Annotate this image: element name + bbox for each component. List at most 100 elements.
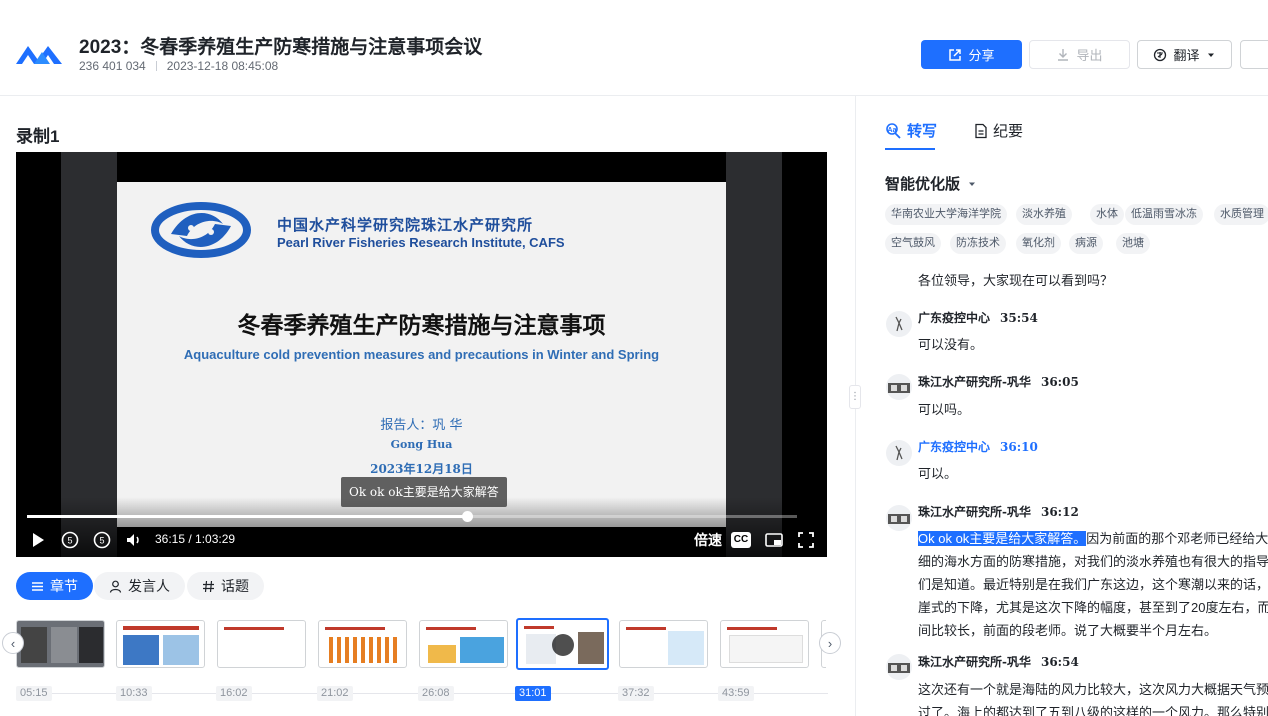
speaker-time[interactable]: 36:10 — [1000, 440, 1038, 454]
timeline-stamp-active[interactable]: 31:01 — [515, 686, 551, 701]
top-bar: 2023：冬春季养殖生产防寒措施与注意事项会议 236 401 034 2023-… — [0, 0, 1268, 96]
svg-text:5: 5 — [99, 536, 104, 546]
version-selector[interactable]: 智能优化版 — [885, 173, 977, 194]
keyword-tag[interactable]: 病源 — [1069, 233, 1103, 254]
transcript-text: 可以。 — [918, 466, 958, 481]
speaker-name: 珠江水产研究所-巩华 36:12 — [918, 503, 1079, 520]
fullscreen-icon[interactable] — [796, 530, 816, 550]
keyword-tag[interactable]: 氧化剂 — [1016, 233, 1061, 254]
play-icon[interactable] — [28, 530, 48, 550]
slide-reporter-en: Gong Hua — [390, 438, 453, 451]
more-button[interactable] — [1240, 40, 1268, 69]
chapter-thumb[interactable] — [619, 620, 708, 668]
app-logo-icon — [16, 46, 62, 64]
keyword-tag[interactable]: 空气鼓风 — [885, 233, 941, 254]
chapter-thumb[interactable] — [720, 620, 809, 668]
slide-date: 2023年12月18日 — [370, 462, 473, 476]
speaker-label: 珠江水产研究所-巩华 — [918, 505, 1031, 519]
picture-in-picture-icon[interactable] — [764, 530, 784, 550]
speaker-label: 广东疫控中心 — [918, 440, 991, 454]
tab-topics[interactable]: 话题 — [187, 572, 264, 600]
tab-chapters[interactable]: 章节 — [16, 572, 93, 600]
meeting-id: 236 401 034 — [79, 59, 146, 73]
speaker-time[interactable]: 36:54 — [1041, 655, 1079, 669]
speaker-name: 珠江水产研究所-巩华 36:54 — [918, 653, 1079, 670]
speaker-time[interactable]: 36:05 — [1041, 375, 1079, 389]
speaker-time[interactable]: 36:12 — [1041, 505, 1079, 519]
keyword-tag[interactable]: 防冻技术 — [950, 233, 1006, 254]
transcript-text: 们是知道。最近特别是在我们广东这边，这个寒潮以来的话， — [918, 577, 1268, 592]
transcript-icon: Aa — [886, 122, 901, 139]
caret-down-icon — [969, 182, 976, 186]
timeline-stamp[interactable]: 05:15 — [16, 686, 52, 701]
meta-divider — [155, 61, 157, 71]
progress-bar[interactable] — [27, 511, 797, 522]
timeline-stamp[interactable]: 16:02 — [216, 686, 252, 701]
tab-minutes-label: 纪要 — [993, 123, 1024, 140]
speaker-time[interactable]: 35:54 — [1000, 311, 1038, 325]
thumbs-next-button[interactable]: › — [819, 632, 841, 654]
share-button[interactable]: 分享 — [921, 40, 1022, 69]
speaker-name: 广东疫控中心 35:54 — [918, 309, 1038, 326]
timeline-stamp[interactable]: 10:33 — [116, 686, 152, 701]
institute-logo-icon — [151, 202, 251, 258]
keyword-tag[interactable]: 淡水养殖 — [1016, 204, 1072, 225]
list-icon — [32, 581, 43, 591]
avatar — [886, 374, 912, 400]
tab-topics-label: 话题 — [221, 578, 249, 594]
chapter-thumb[interactable] — [16, 620, 105, 668]
tab-chapters-label: 章节 — [50, 578, 78, 594]
keyword-tag[interactable]: 水体 — [1090, 204, 1124, 225]
transcript-segment: 因为前面的那个邓老师已经给大家 — [1086, 531, 1268, 546]
rewind-5-icon[interactable]: 5 — [60, 530, 80, 550]
timeline-stamp[interactable]: 43:59 — [718, 686, 754, 701]
slide-title: 冬春季养殖生产防寒措施与注意事项 — [237, 312, 606, 338]
timeline-stamp[interactable]: 26:08 — [418, 686, 454, 701]
highlighted-sentence[interactable]: Ok ok ok主要是给大家解答。 — [918, 531, 1087, 546]
tab-transcript[interactable]: Aa 转写 — [885, 120, 937, 141]
avatar — [886, 311, 912, 337]
chapter-thumb-active[interactable] — [516, 618, 609, 670]
chapter-thumb[interactable] — [318, 620, 407, 668]
thumbs-prev-button[interactable]: ‹ — [2, 632, 24, 654]
translate-button[interactable]: 翻译 — [1137, 40, 1232, 69]
slide-org-en: Pearl River Fisheries Research Institute… — [277, 235, 565, 250]
active-tab-underline — [885, 148, 935, 150]
speed-button[interactable]: 倍速 — [694, 530, 722, 550]
time-display: 36:15 / 1:03:29 — [155, 532, 236, 546]
progress-knob[interactable] — [461, 511, 473, 522]
transcript-text: 各位领导，大家现在可以看到吗？ — [918, 273, 1114, 288]
tab-minutes[interactable]: 纪要 — [973, 120, 1023, 141]
transcript-text: 可以没有。 — [918, 337, 984, 352]
caret-down-icon — [1207, 53, 1214, 57]
chapter-thumb[interactable] — [116, 620, 205, 668]
chapter-thumb[interactable] — [217, 620, 306, 668]
speaker-label: 珠江水产研究所-巩华 — [918, 655, 1031, 669]
export-button[interactable]: 导出 — [1029, 40, 1130, 69]
tab-speakers-label: 发言人 — [128, 578, 170, 594]
translate-label: 翻译 — [1173, 48, 1200, 63]
transcript-list: 各位领导，大家现在可以看到吗？ 广东疫控中心 35:54 可以没有。 珠江水产研究… — [857, 262, 1268, 716]
speaker-label: 广东疫控中心 — [918, 311, 991, 325]
speaker-name: 珠江水产研究所-巩华 36:05 — [918, 373, 1079, 390]
keyword-tag[interactable]: 华南农业大学海洋学院 — [885, 204, 1007, 225]
video-player[interactable]: 中国水产科学研究院珠江水产研究所 Pearl River Fisheries R… — [16, 152, 827, 557]
keyword-tag[interactable]: 低温雨雪冰冻 — [1125, 204, 1203, 225]
hashtag-icon — [203, 580, 214, 592]
volume-icon[interactable] — [124, 530, 144, 550]
cc-button[interactable]: CC — [731, 532, 751, 548]
chapter-thumb[interactable] — [419, 620, 508, 668]
progress-fill — [27, 515, 467, 518]
forward-5-icon[interactable]: 5 — [92, 530, 112, 550]
timeline-stamp[interactable]: 37:32 — [618, 686, 654, 701]
keyword-tag[interactable]: 池塘 — [1116, 233, 1150, 254]
meeting-datetime: 2023-12-18 08:45:08 — [166, 59, 279, 73]
tab-speakers[interactable]: 发言人 — [94, 572, 185, 600]
timeline-stamp[interactable]: 21:02 — [317, 686, 353, 701]
download-icon — [1058, 48, 1069, 61]
share-icon — [949, 48, 962, 61]
transcript-text: 细的海水方面的防寒措施，对我们的淡水养殖也有很大的指导 — [918, 554, 1268, 569]
speaker-name: 广东疫控中心 36:10 — [918, 438, 1038, 455]
speaker-label: 珠江水产研究所-巩华 — [918, 375, 1031, 389]
keyword-tag[interactable]: 水质管理 — [1214, 204, 1268, 225]
